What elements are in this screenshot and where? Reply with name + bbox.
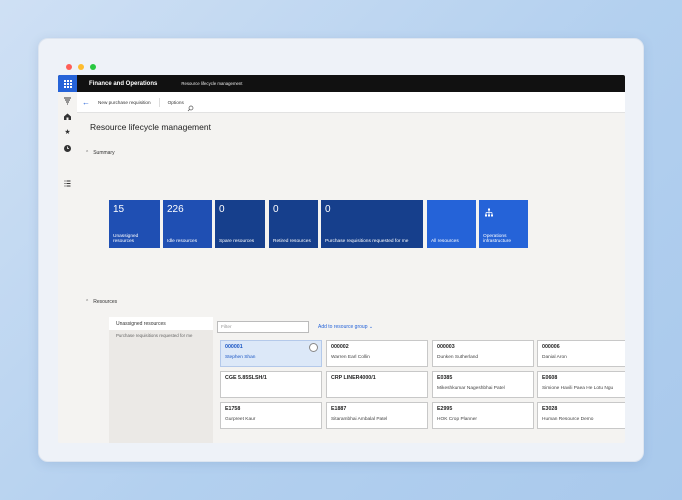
chevron-down-icon: ⌄ bbox=[368, 324, 374, 330]
resource-id: CRP LINER4000/1 bbox=[331, 375, 376, 381]
app-launcher-icon[interactable] bbox=[58, 75, 77, 92]
tile-label: Spare resources bbox=[219, 239, 255, 245]
resource-id: E3028 bbox=[542, 406, 558, 412]
search-icon[interactable] bbox=[187, 99, 194, 111]
summary-tile[interactable]: 226 Idle resources bbox=[163, 200, 212, 248]
resource-id: E0608 bbox=[542, 375, 558, 381]
select-radio[interactable] bbox=[309, 343, 318, 352]
filter-input[interactable]: Filter bbox=[217, 321, 309, 333]
resource-card[interactable]: 000003 Dunken Sutherland bbox=[432, 340, 534, 367]
list-item-purchase-requisitions[interactable]: Purchase requisitions requested for me bbox=[116, 333, 212, 339]
tile-count: 15 bbox=[113, 204, 125, 215]
resource-card[interactable]: E3028 Human Resource Demo bbox=[537, 402, 625, 429]
resource-category-list: Unassigned resources Purchase requisitio… bbox=[109, 317, 213, 443]
resources-header[interactable]: ⌃ Resources bbox=[85, 299, 117, 305]
browser-window: Finance and Operations Resource lifecycl… bbox=[38, 38, 644, 462]
filter-icon[interactable] bbox=[63, 97, 72, 106]
action-bar: ← New purchase requisition Options bbox=[77, 92, 625, 113]
resource-id: E1758 bbox=[225, 406, 241, 412]
resource-card[interactable]: E0608 Simione Havili Paea He Lotu Ngu bbox=[537, 371, 625, 398]
resource-name: Stephen Shan bbox=[225, 355, 256, 360]
summary-tile[interactable]: Operations infrastructure bbox=[479, 200, 528, 248]
resource-id: E1887 bbox=[331, 406, 347, 412]
resource-card[interactable]: E1758 Gurpreet Kaur bbox=[220, 402, 322, 429]
resources-label: Resources bbox=[93, 299, 118, 305]
summary-tile[interactable]: 0 Spare resources bbox=[215, 200, 265, 248]
add-group-label: Add to resource group bbox=[318, 324, 368, 330]
back-arrow-icon[interactable]: ← bbox=[82, 98, 90, 107]
resource-card[interactable]: 000006 Danial Aron bbox=[537, 340, 625, 367]
resource-name: Danial Aron bbox=[542, 355, 567, 360]
chevron-up-icon: ⌃ bbox=[85, 299, 90, 305]
resource-name: Mikeshkumar Nageshbhai Patel bbox=[437, 386, 505, 391]
resource-id: E2995 bbox=[437, 406, 453, 412]
resource-id: 000006 bbox=[542, 344, 560, 350]
list-item-unassigned[interactable]: Unassigned resources bbox=[109, 317, 213, 330]
list-icon[interactable] bbox=[63, 179, 72, 188]
summary-tile[interactable]: 0 Purchase requisitions requested for me bbox=[321, 200, 423, 248]
tile-label: Purchase requisitions requested for me bbox=[325, 239, 409, 245]
close-dot[interactable] bbox=[66, 64, 72, 70]
resource-name: Human Resource Demo bbox=[542, 417, 594, 422]
nav-rail: ★ bbox=[58, 92, 77, 443]
resource-card[interactable]: 000001 Stephen Shan bbox=[220, 340, 322, 367]
resource-card[interactable]: CRP LINER4000/1 bbox=[326, 371, 428, 398]
maximize-dot[interactable] bbox=[90, 64, 96, 70]
tile-label: Idle resources bbox=[167, 239, 198, 245]
divider bbox=[158, 97, 160, 107]
home-icon[interactable] bbox=[63, 112, 72, 121]
star-icon[interactable]: ★ bbox=[63, 128, 72, 137]
window-controls bbox=[66, 64, 96, 70]
resource-name: HOK Crop Planner bbox=[437, 417, 477, 422]
clock-icon[interactable] bbox=[63, 144, 72, 153]
resource-name: Simione Havili Paea He Lotu Ngu bbox=[542, 386, 614, 391]
summary-tile[interactable]: 0 Retired resources bbox=[269, 200, 318, 248]
breadcrumb[interactable]: Resource lifecycle management bbox=[181, 81, 242, 86]
tile-count: 0 bbox=[273, 204, 279, 215]
tile-count: 0 bbox=[325, 204, 331, 215]
resource-id: CGE 5.85SLSH/1 bbox=[225, 375, 267, 381]
app-area: Finance and Operations Resource lifecycl… bbox=[58, 75, 625, 443]
resource-card[interactable]: E1887 Sitarambhai Ambalal Patel bbox=[326, 402, 428, 429]
resource-card[interactable]: 000002 Warren Earl Collin bbox=[326, 340, 428, 367]
add-to-resource-group-dropdown[interactable]: Add to resource group ⌄ bbox=[318, 324, 373, 330]
page-title: Resource lifecycle management bbox=[90, 122, 211, 132]
summary-header[interactable]: ⌃ Summary bbox=[85, 150, 115, 156]
tile-count: 226 bbox=[167, 204, 184, 215]
summary-label: Summary bbox=[93, 150, 115, 156]
resource-card[interactable]: E2995 HOK Crop Planner bbox=[432, 402, 534, 429]
resource-id: 000002 bbox=[331, 344, 349, 350]
tile-label: Unassigned resources bbox=[113, 233, 139, 245]
options-button[interactable]: Options bbox=[168, 100, 184, 105]
tile-count: 0 bbox=[219, 204, 225, 215]
summary-tile[interactable]: 15 Unassigned resources bbox=[109, 200, 160, 248]
resource-name: Dunken Sutherland bbox=[437, 355, 479, 360]
resource-id: E0385 bbox=[437, 375, 453, 381]
resource-name: Gurpreet Kaur bbox=[225, 417, 256, 422]
tile-label: Retired resources bbox=[273, 239, 311, 245]
resource-card[interactable]: E0385 Mikeshkumar Nageshbhai Patel bbox=[432, 371, 534, 398]
org-chart-icon bbox=[484, 205, 494, 217]
main-content: Resource lifecycle management ⌃ Summary … bbox=[77, 113, 625, 443]
resource-name: Sitarambhai Ambalal Patel bbox=[331, 417, 388, 422]
summary-tile[interactable]: All resources bbox=[427, 200, 476, 248]
top-bar: Finance and Operations Resource lifecycl… bbox=[58, 75, 625, 92]
resource-id: 000003 bbox=[437, 344, 455, 350]
resource-name: Warren Earl Collin bbox=[331, 355, 370, 360]
app-title[interactable]: Finance and Operations bbox=[89, 81, 157, 87]
resource-card[interactable]: CGE 5.85SLSH/1 bbox=[220, 371, 322, 398]
tile-label: Operations infrastructure bbox=[483, 233, 511, 245]
resource-id: 000001 bbox=[225, 344, 243, 350]
chevron-up-icon: ⌃ bbox=[85, 150, 90, 156]
minimize-dot[interactable] bbox=[78, 64, 84, 70]
tile-label: All resources bbox=[431, 239, 459, 245]
new-purchase-requisition-button[interactable]: New purchase requisition bbox=[98, 100, 151, 105]
